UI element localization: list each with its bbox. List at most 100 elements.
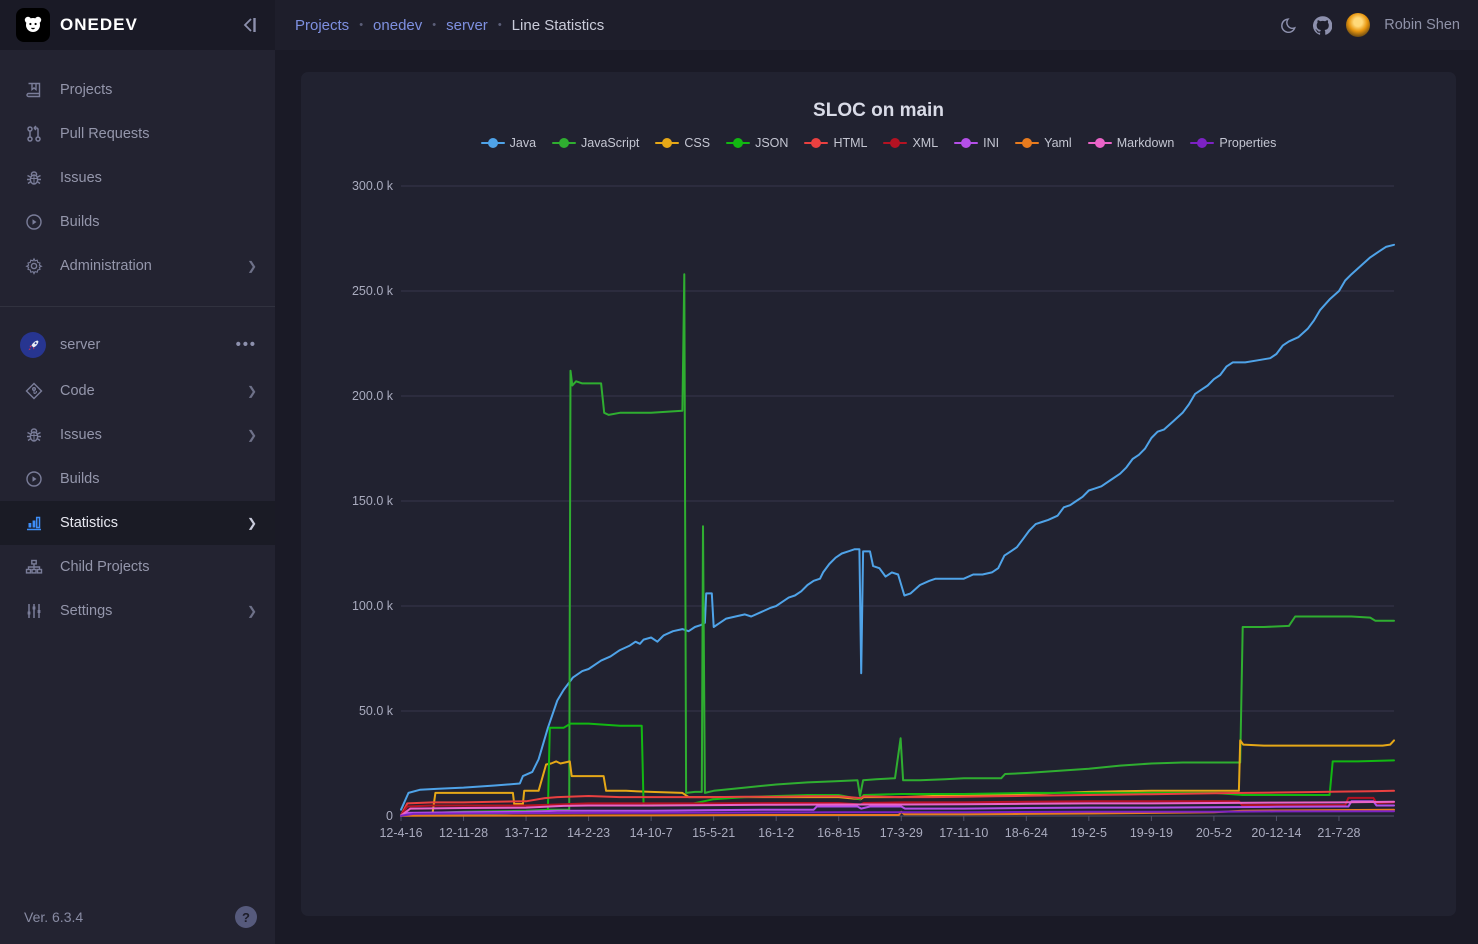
sidebar-item-pull-requests[interactable]: Pull Requests [0, 112, 275, 156]
sidebar-footer: Ver. 6.3.4 ? [0, 890, 275, 944]
sidebar-item-child-projects[interactable]: Child Projects [0, 545, 275, 589]
legend-label: Markdown [1117, 136, 1175, 150]
main-area: Projects•onedev•server•Line Statistics R… [275, 0, 1478, 944]
x-axis-tick-label: 19-2-5 [1071, 826, 1107, 840]
breadcrumb-link-server[interactable]: server [446, 17, 488, 34]
sidebar-divider [0, 306, 275, 307]
sidebar-item-code[interactable]: Code❯ [0, 369, 275, 413]
sidebar-item-label: Builds [60, 214, 257, 230]
version-label: Ver. 6.3.4 [24, 909, 83, 925]
play-circle-icon [24, 213, 44, 231]
gear-icon [24, 257, 44, 275]
x-axis-tick-label: 12-11-28 [439, 826, 488, 840]
chevron-right-icon: ❯ [247, 604, 257, 618]
legend-marker-icon [954, 138, 978, 148]
chevron-right-icon: ❯ [247, 259, 257, 273]
y-axis-tick-label: 0 [386, 809, 393, 823]
sidebar-item-statistics[interactable]: Statistics ❯ [0, 501, 275, 545]
sidebar-item-label: Issues [60, 170, 257, 186]
help-button[interactable]: ? [235, 906, 257, 928]
user-avatar[interactable] [1346, 13, 1370, 37]
app-root: ONEDEV Projects Pull Requests Issues Builds… [0, 0, 1478, 944]
legend-item-css[interactable]: CSS [655, 136, 710, 150]
legend-marker-icon [552, 138, 576, 148]
x-axis-tick-label: 20-12-14 [1251, 826, 1301, 840]
sidebar-item-issues[interactable]: Issues [0, 156, 275, 200]
sidebar-main-nav: Projects Pull Requests Issues Builds Adminis… [0, 50, 275, 298]
sloc-line-chart[interactable]: 300.0 k250.0 k200.0 k150.0 k100.0 k50.0 … [311, 150, 1446, 856]
legend-item-json[interactable]: JSON [726, 136, 788, 150]
legend-label: Yaml [1044, 136, 1072, 150]
sidebar-item-label: Child Projects [60, 559, 257, 575]
chevron-right-icon: ❯ [247, 384, 257, 398]
legend-item-markdown[interactable]: Markdown [1088, 136, 1175, 150]
sidebar-item-label: Projects [60, 82, 257, 98]
x-axis-tick-label: 19-9-19 [1130, 826, 1173, 840]
sidebar-item-label: Administration [60, 258, 231, 274]
x-axis-tick-label: 14-2-23 [567, 826, 610, 840]
legend-marker-icon [1088, 138, 1112, 148]
legend-marker-icon [655, 138, 679, 148]
chart-legend: Java JavaScript CSS JSON HTML XML INI Yaml Markd… [311, 136, 1446, 150]
y-axis-tick-label: 100.0 k [352, 599, 394, 613]
legend-item-java[interactable]: Java [481, 136, 536, 150]
project-more-button[interactable]: ••• [236, 337, 257, 353]
legend-marker-icon [481, 138, 505, 148]
dark-mode-moon-icon[interactable] [1280, 16, 1299, 35]
breadcrumb: Projects•onedev•server•Line Statistics [295, 17, 604, 34]
breadcrumb-separator: • [359, 19, 363, 31]
chevron-right-icon: ❯ [247, 428, 257, 442]
legend-marker-icon [1015, 138, 1039, 148]
sidebar-item-label: Statistics [60, 515, 231, 531]
collapse-sidebar-icon[interactable] [239, 15, 259, 35]
onedev-logo-icon[interactable] [16, 8, 50, 42]
legend-label: JavaScript [581, 136, 639, 150]
legend-item-xml[interactable]: XML [883, 136, 938, 150]
sidebar-header: ONEDEV [0, 0, 275, 50]
statistics-card: SLOC on main Java JavaScript CSS JSON HTML XM… [301, 72, 1456, 916]
legend-marker-icon [804, 138, 828, 148]
breadcrumb-separator: • [498, 19, 502, 31]
sidebar-item-label: Builds [60, 471, 257, 487]
sidebar-item-administration[interactable]: Administration ❯ [0, 244, 275, 288]
breadcrumb-separator: • [432, 19, 436, 31]
legend-marker-icon [726, 138, 750, 148]
x-axis-tick-label: 12-4-16 [379, 826, 422, 840]
legend-label: HTML [833, 136, 867, 150]
x-axis-tick-label: 17-11-10 [939, 826, 988, 840]
bug-icon [24, 169, 44, 187]
legend-label: XML [912, 136, 938, 150]
sidebar-item-builds[interactable]: Builds [0, 457, 275, 501]
legend-item-yaml[interactable]: Yaml [1015, 136, 1072, 150]
github-icon[interactable] [1313, 16, 1332, 35]
user-name[interactable]: Robin Shen [1384, 17, 1460, 33]
legend-item-properties[interactable]: Properties [1190, 136, 1276, 150]
legend-item-ini[interactable]: INI [954, 136, 999, 150]
chart-title: SLOC on main [311, 100, 1446, 122]
breadcrumb-link-projects[interactable]: Projects [295, 17, 349, 34]
pull-request-icon [24, 125, 44, 143]
content: SLOC on main Java JavaScript CSS JSON HTML XM… [275, 50, 1478, 944]
bar-chart-icon [24, 514, 44, 532]
sidebar-item-label: Issues [60, 427, 231, 443]
sidebar-item-builds[interactable]: Builds [0, 200, 275, 244]
sidebar-item-projects[interactable]: Projects [0, 68, 275, 112]
breadcrumb-link-onedev[interactable]: onedev [373, 17, 422, 34]
sidebar-item-settings[interactable]: Settings❯ [0, 589, 275, 633]
sidebar-project-row[interactable]: server ••• [0, 321, 275, 369]
legend-item-javascript[interactable]: JavaScript [552, 136, 639, 150]
legend-item-html[interactable]: HTML [804, 136, 867, 150]
y-axis-tick-label: 300.0 k [352, 179, 394, 193]
y-axis-tick-label: 150.0 k [352, 494, 394, 508]
x-axis-tick-label: 18-6-24 [1005, 826, 1048, 840]
legend-marker-icon [883, 138, 907, 148]
sidebar-item-issues[interactable]: Issues ❯ [0, 413, 275, 457]
book-icon [24, 81, 44, 99]
sidebar: ONEDEV Projects Pull Requests Issues Builds… [0, 0, 275, 944]
series-line-java [401, 245, 1394, 810]
chevron-right-icon: ❯ [247, 516, 257, 530]
rocket-icon [20, 332, 46, 358]
project-name: server [60, 337, 100, 353]
y-axis-tick-label: 200.0 k [352, 389, 394, 403]
legend-marker-icon [1190, 138, 1214, 148]
